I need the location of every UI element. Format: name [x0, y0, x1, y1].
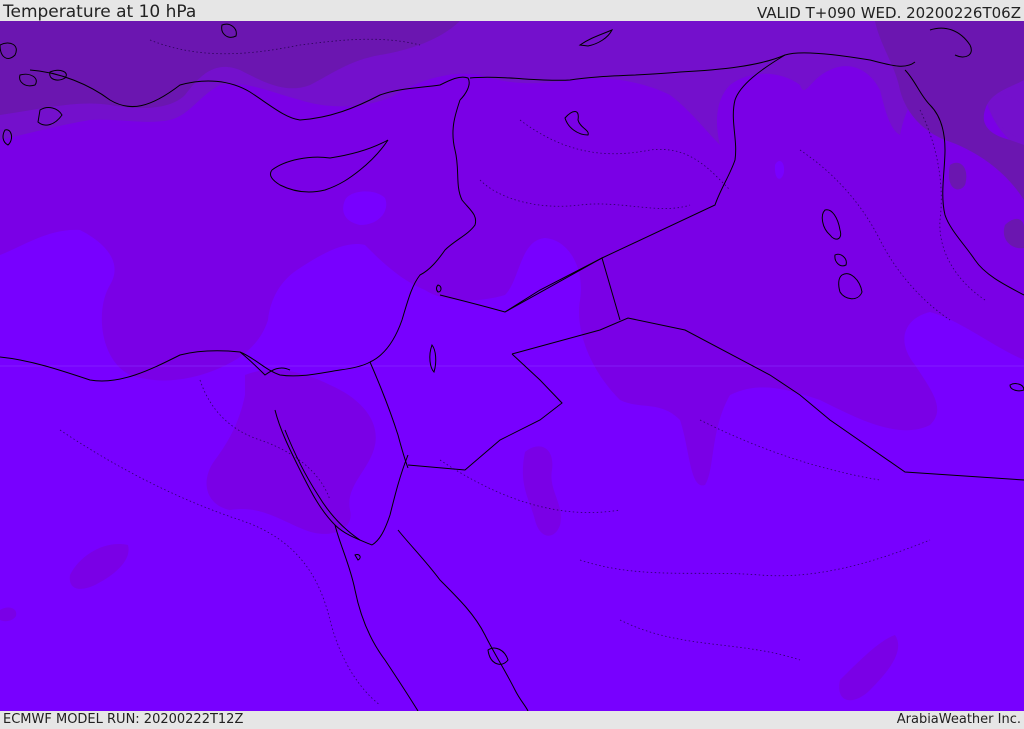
valid-time: VALID T+090 WED. 20200226T06Z — [756, 4, 1021, 22]
header-bar: Temperature at 10 hPa VALID T+090 WED. 2… — [0, 0, 1024, 21]
footer-bar: ECMWF MODEL RUN: 20200222T12Z ArabiaWeat… — [0, 711, 1024, 729]
map-title: Temperature at 10 hPa — [3, 2, 197, 22]
model-run-label: ECMWF MODEL RUN: 20200222T12Z — [3, 712, 244, 727]
map-frame: Temperature at 10 hPa VALID T+090 WED. 2… — [0, 0, 1024, 729]
temperature-map — [0, 21, 1024, 711]
credit-label: ArabiaWeather Inc. — [896, 712, 1021, 727]
